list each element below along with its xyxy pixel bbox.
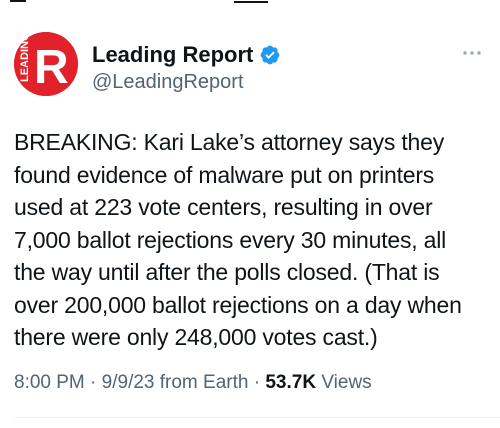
avatar-letter: R (34, 41, 69, 94)
tweet-line: there were only 248,000 votes cast.) (14, 324, 378, 350)
tweet-line: BREAKING: Kari Lake’s attorney says they (14, 129, 445, 155)
tweet-meta: 8:00 PM · 9/9/23 from Earth · 53.7K View… (14, 372, 372, 394)
tweet-date[interactable]: 9/9/23 (102, 372, 155, 393)
tweet-text: BREAKING: Kari Lake’s attorney says they… (14, 126, 492, 354)
avatar[interactable]: LEADING R (14, 32, 78, 96)
divider (14, 417, 500, 418)
tweet-line: used at 223 vote centers, resulting in o… (14, 194, 433, 220)
back-arrow-fragment (10, 0, 26, 2)
tweet-line: 7,000 ballot rejections every 30 minutes… (14, 226, 447, 253)
meta-separator: · (84, 372, 102, 393)
previous-screen-fragment (0, 0, 500, 6)
account-handle[interactable]: @LeadingReport (92, 69, 281, 95)
name-row: Leading Report (92, 42, 281, 68)
views-count[interactable]: 53.7K (265, 372, 316, 393)
tweet-line: the way until after the polls closed. (T… (14, 259, 440, 285)
tweet-line: over 200,000 ballot rejections on a day … (14, 291, 462, 318)
tweet-line: found evidence of malware put on printer… (14, 161, 435, 188)
views-label: Views (316, 372, 372, 393)
avatar-side-text: LEADING (19, 33, 31, 83)
title-fragment (234, 0, 268, 3)
account-identity: Leading Report @LeadingReport (92, 42, 281, 95)
meta-separator: · (248, 372, 266, 393)
verified-badge-icon (259, 44, 281, 66)
more-options-icon[interactable] (462, 44, 482, 55)
leading-report-logo-icon: LEADING R (14, 32, 78, 96)
tweet-source: from Earth (154, 372, 249, 393)
tweet-header: LEADING R Leading Report @LeadingReport (14, 32, 486, 102)
tweet-time[interactable]: 8:00 PM (14, 372, 85, 393)
display-name[interactable]: Leading Report (92, 42, 253, 68)
